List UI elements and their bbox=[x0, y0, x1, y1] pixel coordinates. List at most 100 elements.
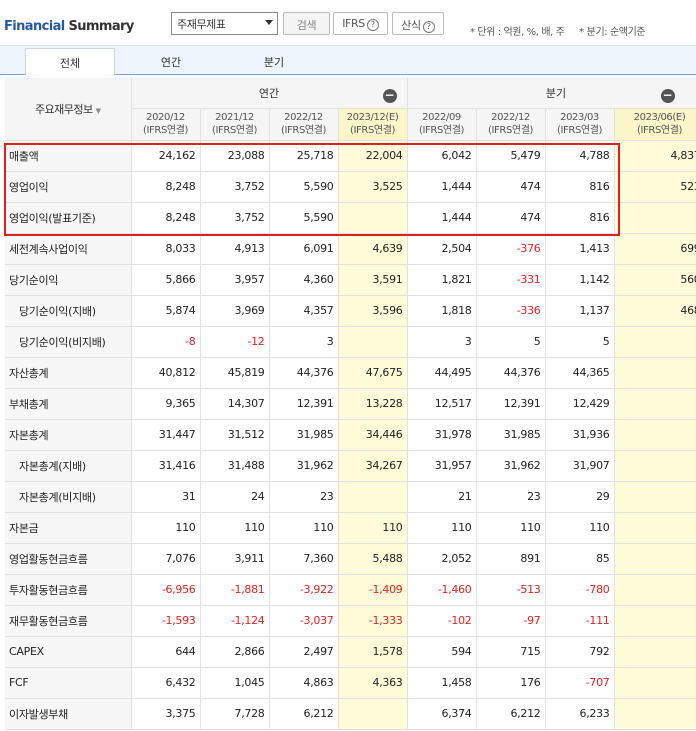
table-cell: 1,821 bbox=[407, 264, 477, 296]
row-label[interactable]: FCF bbox=[5, 667, 132, 699]
table-cell: 22,004 bbox=[338, 140, 408, 172]
table-row: 이자발생부채 3,375 7,728 6,212 6,374 6,212 6,233 bbox=[5, 698, 696, 730]
table-cell: 5,866 bbox=[131, 264, 201, 296]
collapse-quarter-icon[interactable]: − bbox=[660, 89, 675, 103]
row-label[interactable]: 당기순이익 bbox=[5, 264, 132, 296]
row-label[interactable]: 자산총계 bbox=[5, 357, 132, 389]
table-cell: 644 bbox=[131, 636, 201, 668]
table-cell: 4,360 bbox=[269, 264, 339, 296]
column-date: 2022/12 bbox=[284, 112, 323, 123]
row-label[interactable]: 매출액 bbox=[5, 140, 132, 172]
row-label[interactable]: 자본총계(지배) bbox=[5, 450, 132, 482]
table-cell: 3,752 bbox=[200, 202, 270, 234]
table-cell: 1,444 bbox=[407, 171, 477, 203]
column-basis: (IFRS연결) bbox=[557, 125, 602, 136]
table-row: CAPEX 644 2,866 2,497 1,578 594 715 792 bbox=[5, 636, 696, 668]
column-header: 2020/12 (IFRS연결) bbox=[131, 108, 201, 141]
row-label[interactable]: 세전계속사업이익 bbox=[5, 233, 132, 265]
annual-group-label: 연간 bbox=[258, 86, 280, 100]
table-row: 영업이익8,2483,7525,5903,5251,444474816523 bbox=[5, 171, 696, 203]
table-cell: 6,432 bbox=[131, 667, 201, 699]
table-cell: 474 bbox=[476, 171, 546, 203]
column-date: 2023/12(E) bbox=[346, 112, 399, 123]
table-cell: 31,962 bbox=[269, 450, 339, 482]
row-label[interactable]: 재무활동현금흐름 bbox=[5, 605, 132, 637]
row-label[interactable]: 당기순이익(지배) bbox=[5, 295, 132, 327]
table-cell: 110 bbox=[338, 512, 408, 544]
row-label[interactable]: 영업활동현금흐름 bbox=[5, 543, 132, 575]
table-cell: 14,307 bbox=[200, 388, 270, 420]
table-cell: 1,818 bbox=[407, 295, 477, 327]
table-cell: 4,363 bbox=[338, 667, 408, 699]
row-label[interactable]: 영업이익(발표기준) bbox=[5, 202, 132, 234]
table-cell: 110 bbox=[131, 512, 201, 544]
table-row: 자본총계(비지배) 31 24 23 21 23 29 bbox=[5, 481, 696, 513]
table-cell: -336 bbox=[476, 295, 546, 327]
table-cell: -513 bbox=[476, 574, 546, 606]
tab-annual[interactable]: 연간 bbox=[126, 48, 216, 75]
period-tabs: 전체 연간 분기 bbox=[0, 45, 696, 76]
statement-select[interactable]: 주재무제표 bbox=[171, 12, 278, 35]
row-label[interactable]: 자본총계 bbox=[5, 419, 132, 451]
ifrs-help-button[interactable]: IFRS? bbox=[333, 12, 388, 35]
table-cell: 594 bbox=[407, 636, 477, 668]
table-row: 당기순이익(비지배) -8 -12 3 3 5 5 bbox=[5, 326, 696, 358]
chevron-down-icon bbox=[265, 20, 273, 25]
column-date: 2020/12 bbox=[146, 112, 185, 123]
table-cell: 176 bbox=[476, 667, 546, 699]
search-button-label: 검색 bbox=[296, 19, 317, 32]
table-cell: 699 bbox=[614, 233, 696, 265]
table-cell: 4,357 bbox=[269, 295, 339, 327]
table-cell: 5,488 bbox=[338, 543, 408, 575]
table-cell: 9,365 bbox=[131, 388, 201, 420]
row-label[interactable]: 자본금 bbox=[5, 512, 132, 544]
table-row: 투자활동현금흐름 -6,956 -1,881 -3,922 -1,409 -1,460 -5… bbox=[5, 574, 696, 606]
tab-quarter[interactable]: 분기 bbox=[229, 48, 319, 75]
column-basis: (IFRS연결) bbox=[637, 125, 682, 136]
quarter-note: * 분기: 순액기준 bbox=[579, 27, 646, 38]
table-cell: -97 bbox=[476, 605, 546, 637]
collapse-annual-icon[interactable]: − bbox=[382, 89, 397, 103]
table-cell: 816 bbox=[545, 171, 615, 203]
table-cell: 2,504 bbox=[407, 233, 477, 265]
column-date: 2022/09 bbox=[422, 112, 461, 123]
table-cell: 31,488 bbox=[200, 450, 270, 482]
table-cell: -3,037 bbox=[269, 605, 339, 637]
table-cell: 110 bbox=[200, 512, 270, 544]
table-row: 재무활동현금흐름 -1,593 -1,124 -3,037 -1,333 -102 -97-… bbox=[5, 605, 696, 637]
formula-help-button[interactable]: 산식? bbox=[392, 12, 444, 35]
column-header: 2022/12 (IFRS연결) bbox=[269, 108, 339, 141]
table-cell: 7,728 bbox=[200, 698, 270, 730]
row-label[interactable]: 자본총계(비지배) bbox=[5, 481, 132, 513]
quarter-group-label: 분기 bbox=[545, 86, 567, 100]
table-cell: -102 bbox=[407, 605, 477, 637]
row-label[interactable]: 이자발생부채 bbox=[5, 698, 132, 730]
table-cell bbox=[614, 326, 696, 358]
column-basis: (IFRS연결) bbox=[419, 125, 464, 136]
table-cell bbox=[614, 605, 696, 637]
table-cell: 7,360 bbox=[269, 543, 339, 575]
row-label[interactable]: CAPEX bbox=[5, 636, 132, 668]
table-cell: 45,819 bbox=[200, 357, 270, 389]
table-cell: 715 bbox=[476, 636, 546, 668]
tab-all[interactable]: 전체 bbox=[25, 48, 115, 76]
search-button[interactable]: 검색 bbox=[283, 12, 330, 35]
row-label[interactable]: 당기순이익(비지배) bbox=[5, 326, 132, 358]
table-cell: 3,525 bbox=[338, 171, 408, 203]
row-label[interactable]: 영업이익 bbox=[5, 171, 132, 203]
row-header-label: 주요재무정보 bbox=[34, 102, 93, 116]
table-cell: 3,596 bbox=[338, 295, 408, 327]
table-row: 당기순이익 5,866 3,957 4,360 3,591 1,821 -331 1,142 5… bbox=[5, 264, 696, 296]
table-cell: 816 bbox=[545, 202, 615, 234]
row-label[interactable]: 투자활동현금흐름 bbox=[5, 574, 132, 606]
table-cell: 5,479 bbox=[476, 140, 546, 172]
table-cell: 31,957 bbox=[407, 450, 477, 482]
table-cell: 24,162 bbox=[131, 140, 201, 172]
table-cell: 31,985 bbox=[476, 419, 546, 451]
table-cell: 560 bbox=[614, 264, 696, 296]
table-cell: 468 bbox=[614, 295, 696, 327]
row-label[interactable]: 부채총계 bbox=[5, 388, 132, 420]
table-cell: 3 bbox=[269, 326, 339, 358]
table-cell: 12,429 bbox=[545, 388, 615, 420]
table-row: 부채총계 9,365 14,307 12,391 13,228 12,517 12,391 1… bbox=[5, 388, 696, 420]
